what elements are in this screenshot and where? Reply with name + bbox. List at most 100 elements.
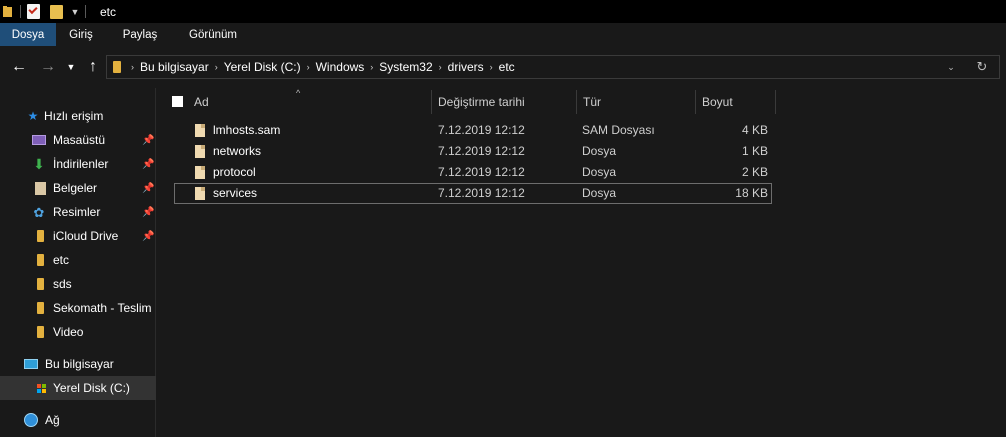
folder-icon	[33, 229, 47, 243]
folder-icon[interactable]	[3, 6, 12, 17]
file-name: lmhosts.sam	[213, 123, 281, 137]
file-type: Dosya	[582, 165, 617, 179]
pin-icon[interactable]: 📌	[142, 231, 154, 242]
toolbar-divider	[85, 5, 86, 18]
download-icon: ⬇	[33, 156, 45, 172]
breadcrumb-system32[interactable]: System32	[379, 60, 432, 74]
sidebar-item-sds[interactable]: sds	[0, 272, 156, 296]
ribbon-tabs: Dosya Giriş Paylaş Görünüm	[0, 23, 1006, 46]
column-header-modified[interactable]: Değiştirme tarihi	[438, 90, 525, 114]
refresh-icon[interactable]: ↻	[973, 58, 991, 76]
file-icon	[195, 145, 205, 158]
file-name: networks	[213, 144, 262, 158]
chevron-right-icon[interactable]: ›	[490, 62, 493, 72]
tab-view[interactable]: Görünüm	[174, 23, 252, 46]
pin-icon[interactable]: 📌	[142, 135, 154, 146]
up-arrow-icon[interactable]: ↑	[84, 58, 102, 76]
file-icon	[195, 166, 205, 179]
chevron-right-icon[interactable]: ›	[370, 62, 373, 72]
sidebar-item-this-pc[interactable]: Bu bilgisayar	[0, 352, 156, 376]
sidebar-item-label: Ağ	[45, 413, 60, 427]
address-bar[interactable]: › Bu bilgisayar › Yerel Disk (C:) › Wind…	[106, 55, 1000, 79]
table-row[interactable]: networks 7.12.2019 12:12 Dosya 1 KB	[174, 141, 772, 162]
sidebar-item-pictures[interactable]: ✿ Resimler 📌	[0, 200, 156, 224]
table-row[interactable]: protocol 7.12.2019 12:12 Dosya 2 KB	[174, 162, 772, 183]
file-size: 1 KB	[741, 144, 768, 158]
sidebar-item-label: iCloud Drive	[53, 229, 119, 243]
column-divider[interactable]	[695, 90, 696, 114]
sidebar-item-desktop[interactable]: Masaüstü 📌	[0, 128, 156, 152]
sidebar-item-etc[interactable]: etc	[0, 248, 156, 272]
file-icon	[195, 187, 205, 200]
file-name: protocol	[213, 165, 256, 179]
file-size: 18 KB	[735, 186, 768, 200]
file-icon	[195, 124, 205, 137]
breadcrumb-windows[interactable]: Windows	[316, 60, 365, 74]
sidebar-item-label: Video	[53, 325, 84, 339]
select-all-checkbox[interactable]	[172, 96, 183, 107]
chevron-down-icon[interactable]: ▼	[67, 0, 83, 23]
back-arrow-icon[interactable]: ←	[10, 58, 28, 76]
table-row[interactable]: lmhosts.sam 7.12.2019 12:12 SAM Dosyası …	[174, 120, 772, 141]
breadcrumb-this-pc[interactable]: Bu bilgisayar	[140, 60, 209, 74]
new-folder-icon[interactable]	[50, 4, 63, 19]
folder-icon	[33, 277, 47, 291]
file-modified: 7.12.2019 12:12	[438, 144, 525, 158]
properties-icon[interactable]	[27, 4, 40, 19]
sidebar-item-label: Bu bilgisayar	[45, 357, 114, 371]
tab-share[interactable]: Paylaş	[106, 23, 174, 46]
sidebar-item-network[interactable]: Ağ	[0, 408, 156, 432]
column-header-size[interactable]: Boyut	[702, 90, 733, 114]
file-type: SAM Dosyası	[582, 123, 655, 137]
column-header-name[interactable]: Ad	[194, 90, 209, 114]
pin-icon[interactable]: 📌	[142, 183, 154, 194]
sidebar-item-quick-access[interactable]: ★ Hızlı erişim	[0, 104, 156, 128]
table-row[interactable]: services 7.12.2019 12:12 Dosya 18 KB	[174, 183, 772, 204]
file-type: Dosya	[582, 144, 617, 158]
file-modified: 7.12.2019 12:12	[438, 123, 525, 137]
breadcrumb-drivers[interactable]: drivers	[448, 60, 484, 74]
sidebar-item-label: Belgeler	[53, 181, 98, 195]
tab-file[interactable]: Dosya	[0, 23, 56, 46]
file-name: services	[213, 186, 258, 200]
sidebar-item-sekomath-teslim[interactable]: Sekomath - Teslim	[0, 296, 156, 320]
breadcrumb-etc[interactable]: etc	[499, 60, 515, 74]
toolbar-divider	[20, 5, 21, 18]
folder-icon	[113, 61, 121, 73]
window-title: etc	[100, 4, 117, 19]
breadcrumb-local-disk[interactable]: Yerel Disk (C:)	[224, 60, 301, 74]
recent-locations-icon[interactable]: ▼	[64, 58, 78, 76]
sort-ascending-icon: ^	[296, 88, 301, 98]
computer-icon	[24, 357, 38, 371]
chevron-right-icon[interactable]: ›	[307, 62, 310, 72]
sidebar-item-video[interactable]: Video	[0, 320, 156, 344]
tab-home[interactable]: Giriş	[56, 23, 106, 46]
chevron-right-icon[interactable]: ›	[215, 62, 218, 72]
documents-icon	[33, 181, 47, 195]
address-history-chevron-icon[interactable]: ⌄	[943, 59, 959, 75]
sidebar-item-label: Yerel Disk (C:)	[53, 381, 130, 395]
sidebar-item-downloads[interactable]: ⬇ İndirilenler 📌	[0, 152, 156, 176]
file-size: 4 KB	[741, 123, 768, 137]
chevron-right-icon[interactable]: ›	[439, 62, 442, 72]
sidebar-item-label: Hızlı erişim	[44, 109, 104, 123]
forward-arrow-icon[interactable]: →	[39, 58, 57, 76]
star-icon: ★	[27, 109, 39, 123]
chevron-right-icon[interactable]: ›	[131, 62, 134, 72]
column-divider[interactable]	[431, 90, 432, 114]
sidebar-item-label: Sekomath - Teslim	[53, 301, 152, 315]
pin-icon[interactable]: 📌	[142, 207, 154, 218]
sidebar-item-label: etc	[53, 253, 70, 267]
sidebar-item-local-disk[interactable]: Yerel Disk (C:)	[0, 376, 156, 400]
column-divider[interactable]	[775, 90, 776, 114]
file-modified: 7.12.2019 12:12	[438, 186, 525, 200]
desktop-icon	[32, 133, 46, 147]
column-divider[interactable]	[576, 90, 577, 114]
sidebar-item-label: Resimler	[53, 205, 101, 219]
sidebar-item-label: İndirilenler	[53, 157, 109, 171]
sidebar-item-documents[interactable]: Belgeler 📌	[0, 176, 156, 200]
pin-icon[interactable]: 📌	[142, 159, 154, 170]
column-header-type[interactable]: Tür	[583, 90, 601, 114]
file-type: Dosya	[582, 186, 617, 200]
sidebar-item-icloud-drive[interactable]: iCloud Drive 📌	[0, 224, 156, 248]
